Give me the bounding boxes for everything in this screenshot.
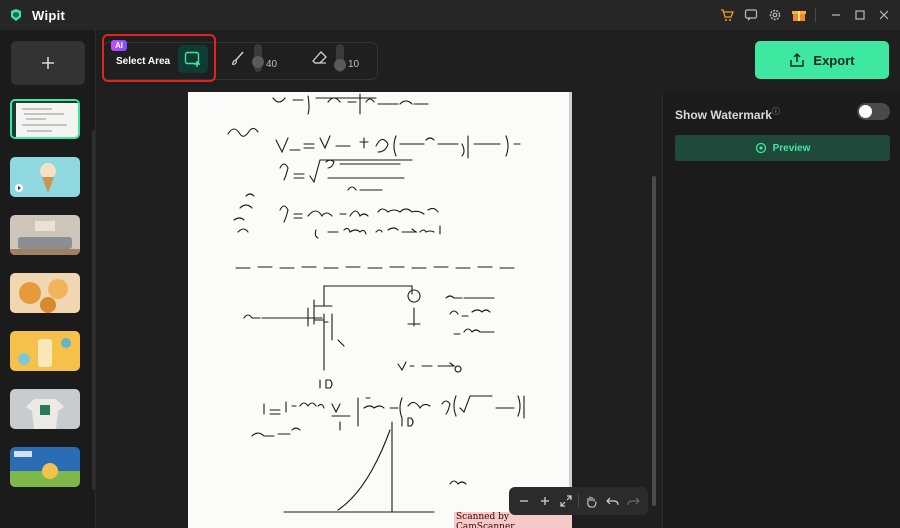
export-icon: [790, 52, 805, 67]
select-area-tool[interactable]: AI Select Area: [102, 34, 216, 82]
titlebar-divider: [815, 8, 816, 22]
expand-icon: [559, 495, 572, 507]
thumb-living-room[interactable]: [10, 215, 80, 255]
ai-badge: AI: [111, 40, 127, 51]
image-list-panel: [0, 30, 96, 528]
brush-tool[interactable]: 40: [230, 43, 277, 73]
minimize-icon[interactable]: [826, 5, 846, 25]
maximize-icon[interactable]: [850, 5, 870, 25]
export-button[interactable]: Export: [755, 41, 889, 79]
eraser-size-knob[interactable]: [334, 59, 346, 71]
undo-icon: [606, 497, 619, 505]
eraser-size-slider[interactable]: [334, 44, 346, 72]
plus-icon: [540, 497, 549, 505]
preview-label: Preview: [772, 142, 811, 154]
zoom-out-button[interactable]: [513, 490, 534, 512]
thumb-handwritten-notes[interactable]: [10, 99, 80, 139]
handwritten-notes-image: [227, 93, 525, 513]
eye-icon: [755, 142, 766, 154]
brush-size-knob[interactable]: [252, 56, 264, 68]
feedback-icon[interactable]: [741, 5, 761, 25]
settings-icon[interactable]: [765, 5, 785, 25]
document-image[interactable]: Scanned by CamScanner: [188, 92, 572, 528]
export-label: Export: [813, 52, 855, 68]
eraser-icon: [312, 51, 327, 64]
cart-icon[interactable]: [717, 5, 737, 25]
redo-icon: [627, 497, 640, 505]
zoom-toolbar: [509, 487, 648, 515]
watermark-toggle-knob: [859, 105, 872, 118]
app-logo-icon: [11, 9, 21, 21]
thumb-ice-cream-video[interactable]: [10, 157, 80, 197]
eraser-size-value: 10: [348, 58, 360, 70]
canvas-scrollbar[interactable]: [652, 176, 656, 506]
pan-button[interactable]: [581, 490, 602, 512]
settings-panel: Show Watermarkⓘ Preview: [662, 92, 900, 528]
hand-icon: [587, 496, 597, 508]
plus-icon: [42, 57, 54, 69]
document-edge: [569, 92, 572, 528]
select-area-label: Select Area: [116, 56, 171, 67]
redo-button[interactable]: [623, 490, 644, 512]
show-watermark-text: Show Watermark: [675, 108, 772, 122]
brush-size-slider[interactable]: [252, 44, 264, 72]
toolbar: AI Select Area 40 10 Export: [96, 30, 900, 92]
zoom-in-button[interactable]: [534, 490, 555, 512]
watermark-toggle[interactable]: [857, 103, 890, 120]
select-area-icon: [184, 51, 200, 67]
preview-button[interactable]: Preview: [675, 135, 890, 161]
gift-icon[interactable]: [789, 5, 809, 25]
select-area-button[interactable]: [178, 45, 208, 73]
fit-screen-button[interactable]: [555, 490, 576, 512]
eraser-tool[interactable]: 10: [312, 43, 359, 73]
info-icon[interactable]: ⓘ: [772, 107, 780, 116]
canvas-area[interactable]: Scanned by CamScanner: [96, 92, 661, 528]
thumb-wipit-promo[interactable]: [10, 447, 80, 487]
title-bar: Wipit: [0, 0, 900, 30]
image-list-scrollbar[interactable]: [92, 130, 95, 490]
add-image-button[interactable]: [11, 41, 85, 85]
thumb-tshirt-model[interactable]: [10, 389, 80, 429]
undo-button[interactable]: [602, 490, 623, 512]
brush-icon: [231, 51, 244, 65]
minus-icon: [519, 500, 528, 502]
close-icon[interactable]: [874, 5, 894, 25]
brush-size-value: 40: [266, 58, 278, 70]
zoom-divider: [578, 494, 579, 508]
thumb-cupcakes[interactable]: [10, 273, 80, 313]
thumb-smoothie[interactable]: [10, 331, 80, 371]
show-watermark-label: Show Watermarkⓘ: [675, 106, 780, 122]
app-title: Wipit: [32, 7, 66, 23]
